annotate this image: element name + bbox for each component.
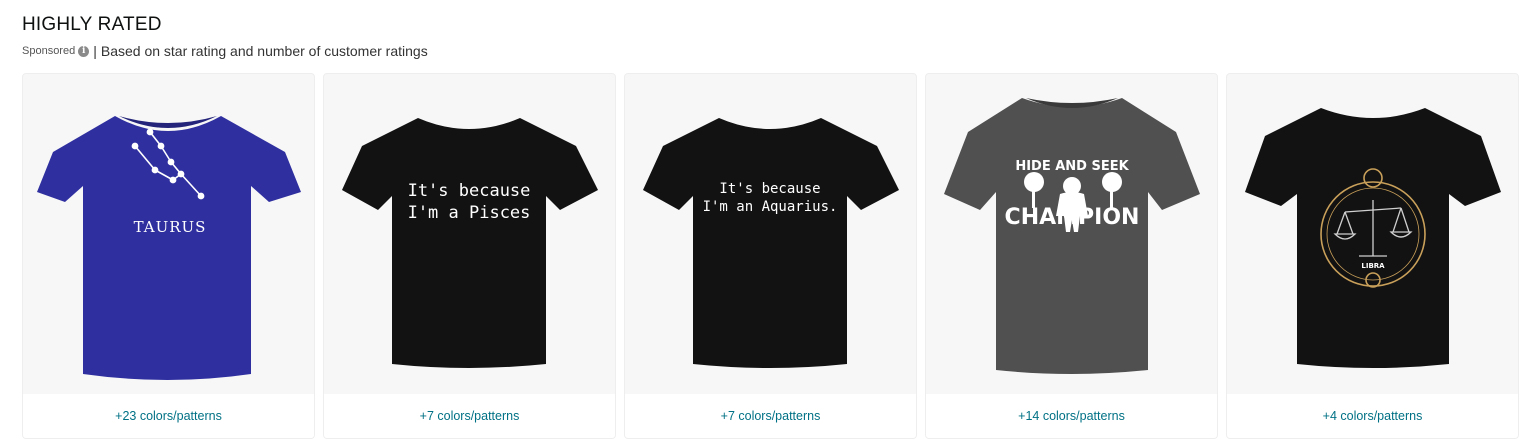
design-text-line-2: CHAMPION	[1005, 205, 1140, 230]
tshirt-body	[37, 116, 301, 380]
variants-link[interactable]: +23 colors/patterns	[23, 394, 314, 438]
tshirt-image: It's because I'm an Aquarius.	[643, 118, 899, 368]
design-text-line-2: I'm an Aquarius.	[703, 199, 838, 215]
tshirt-image: HIDE AND SEEK CHAMPION	[944, 98, 1200, 374]
section-header: HIGHLY RATED Sponsored i | Based on star…	[22, 14, 428, 59]
variants-link[interactable]: +7 colors/patterns	[324, 394, 615, 438]
product-card-aquarius[interactable]: It's because I'm an Aquarius. +7 colors/…	[624, 73, 917, 439]
section-description: Based on star rating and number of custo…	[100, 43, 428, 59]
design-text-line-2: I'm a Pisces	[408, 203, 531, 223]
variants-link[interactable]: +14 colors/patterns	[926, 394, 1217, 438]
product-image[interactable]: It's because I'm a Pisces	[324, 74, 615, 394]
section-subline: Sponsored i | Based on star rating and n…	[22, 43, 428, 59]
design-text-line-1: It's because	[719, 181, 820, 197]
product-card-libra[interactable]: LIBRA +4 colors/patterns	[1226, 73, 1519, 439]
design-text-line-1: It's because	[408, 181, 531, 201]
product-image[interactable]: It's because I'm an Aquarius.	[625, 74, 916, 394]
variants-link[interactable]: +7 colors/patterns	[625, 394, 916, 438]
tshirt-image: TAURUS	[37, 116, 301, 380]
design-text: LIBRA	[1361, 262, 1385, 270]
product-image[interactable]: LIBRA	[1227, 74, 1518, 394]
product-card-pisces[interactable]: It's because I'm a Pisces +7 colors/patt…	[323, 73, 616, 439]
design-text: TAURUS	[134, 218, 207, 236]
product-card-taurus[interactable]: TAURUS +23 colors/patterns	[22, 73, 315, 439]
product-image[interactable]: TAURUS	[23, 74, 314, 394]
product-carousel: TAURUS +23 colors/patterns It's because …	[22, 73, 1519, 439]
product-card-hide-and-seek[interactable]: HIDE AND SEEK CHAMPION +14 colors/patter…	[925, 73, 1218, 439]
separator: |	[93, 43, 97, 59]
tshirt-body	[342, 118, 598, 368]
info-icon[interactable]: i	[78, 45, 90, 57]
tshirt-body	[944, 98, 1200, 374]
tshirt-image: LIBRA	[1245, 108, 1501, 368]
sponsored-label: Sponsored	[22, 45, 76, 57]
product-image[interactable]: HIDE AND SEEK CHAMPION	[926, 74, 1217, 394]
tshirt-image: It's because I'm a Pisces	[342, 118, 598, 368]
variants-link[interactable]: +4 colors/patterns	[1227, 394, 1518, 438]
section-title: HIGHLY RATED	[22, 14, 162, 35]
tshirt-body	[643, 118, 899, 368]
design-text-line-1: HIDE AND SEEK	[1015, 159, 1129, 174]
